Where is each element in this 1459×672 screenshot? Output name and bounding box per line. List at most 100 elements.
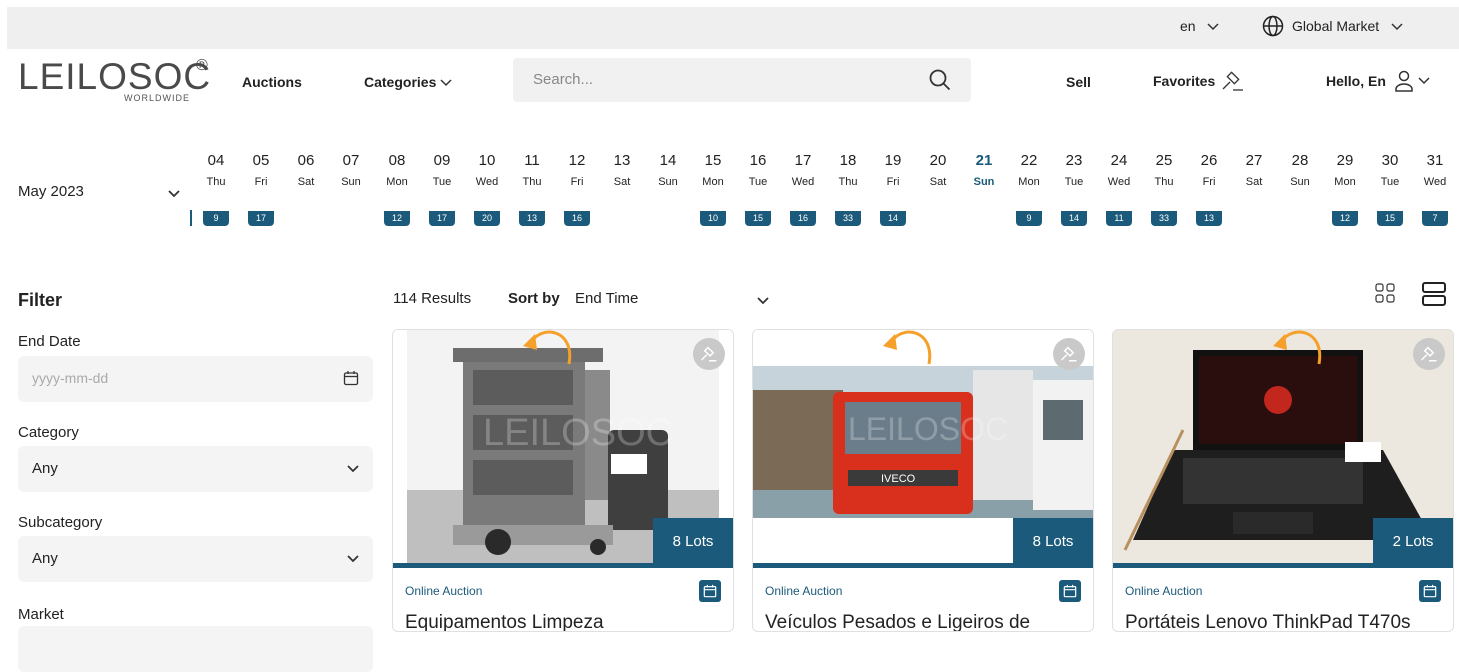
search-bar <box>513 58 971 102</box>
day-16[interactable]: 16 Tue 15 <box>740 152 776 228</box>
day-19[interactable]: 19 Fri 14 <box>875 152 911 228</box>
day-weekday: Mon <box>1018 176 1040 188</box>
day-15[interactable]: 15 Mon 10 <box>695 152 731 228</box>
gavel-icon[interactable] <box>693 338 725 370</box>
day-number: 30 <box>1381 152 1399 169</box>
nav-auctions-link[interactable]: Auctions <box>242 74 302 90</box>
category-select[interactable]: Any <box>18 446 373 492</box>
day-number: 08 <box>388 152 406 169</box>
day-09[interactable]: 09 Tue 17 <box>424 152 460 228</box>
day-weekday: Mon <box>386 176 408 188</box>
day-number: 16 <box>749 152 767 169</box>
auction-card[interactable]: 2 Lots Online Auction Portáteis Lenovo T… <box>1112 329 1454 632</box>
nav-categories-menu[interactable]: Categories <box>364 74 452 90</box>
logo-registered: ® <box>196 57 208 74</box>
day-17[interactable]: 17 Wed 16 <box>785 152 821 228</box>
day-27[interactable]: 27 Sat <box>1236 152 1272 228</box>
user-menu[interactable]: Hello, En <box>1326 70 1430 92</box>
day-weekday: Wed <box>1107 176 1131 188</box>
day-24[interactable]: 24 Wed 11 <box>1101 152 1137 228</box>
day-number: 28 <box>1291 152 1309 169</box>
day-20[interactable]: 20 Sat <box>920 152 956 228</box>
globe-icon <box>1262 15 1284 37</box>
calendar-add-icon[interactable] <box>1419 580 1441 602</box>
language-selector[interactable]: en <box>1180 18 1219 34</box>
day-08[interactable]: 08 Mon 12 <box>379 152 415 228</box>
calendar-icon[interactable] <box>343 370 359 391</box>
day-number: 27 <box>1245 152 1263 169</box>
svg-text:LEILOSOC: LEILOSOC <box>848 411 1008 447</box>
day-07[interactable]: 07 Sun <box>333 152 369 228</box>
auction-title[interactable]: Veículos Pesados e Ligeiros de <box>765 612 1030 631</box>
calendar-add-icon[interactable] <box>1059 580 1081 602</box>
day-22[interactable]: 22 Mon 9 <box>1011 152 1047 228</box>
day-number: 23 <box>1065 152 1083 169</box>
day-30[interactable]: 30 Tue 15 <box>1372 152 1408 228</box>
day-25[interactable]: 25 Thu 33 <box>1146 152 1182 228</box>
day-weekday: Tue <box>1380 176 1400 188</box>
logo[interactable]: LEILOSOC ® WORLDWIDE <box>18 56 212 103</box>
calendar-add-icon[interactable] <box>699 580 721 602</box>
month-selector[interactable]: May 2023 <box>18 183 84 200</box>
logo-brand: LEILOSOC <box>18 56 212 97</box>
day-count-badge: 12 <box>1332 211 1358 226</box>
day-count-badge: 10 <box>700 211 726 226</box>
subcategory-select[interactable]: Any <box>18 536 373 582</box>
day-05[interactable]: 05 Fri 17 <box>243 152 279 228</box>
day-weekday: Sat <box>1245 176 1263 188</box>
day-weekday: Wed <box>791 176 815 188</box>
auction-title[interactable]: Portáteis Lenovo ThinkPad T470s <box>1125 612 1411 631</box>
auction-title[interactable]: Equipamentos Limpeza <box>405 612 604 631</box>
search-input[interactable] <box>533 71 913 88</box>
gavel-icon[interactable] <box>1413 338 1445 370</box>
search-icon[interactable] <box>929 69 951 96</box>
category-value: Any <box>32 460 58 477</box>
day-number: 19 <box>884 152 902 169</box>
day-31[interactable]: 31 Wed 7 <box>1417 152 1453 228</box>
day-10[interactable]: 10 Wed 20 <box>469 152 505 228</box>
day-count-badge: 12 <box>384 211 410 226</box>
rotate-arrow-icon <box>523 330 572 365</box>
end-date-field[interactable]: yyyy-mm-dd <box>18 356 373 402</box>
day-weekday: Sun <box>658 176 678 188</box>
gavel-icon[interactable] <box>1053 338 1085 370</box>
day-count-badge: 17 <box>248 211 274 226</box>
day-23[interactable]: 23 Tue 14 <box>1056 152 1092 228</box>
day-weekday: Sun <box>1290 176 1310 188</box>
day-weekday: Sat <box>929 176 947 188</box>
nav-favorites-link[interactable]: Favorites <box>1153 70 1245 92</box>
auction-card[interactable]: IVECO LEILOSOC 8 Lots Online Auction Veí… <box>752 329 1094 632</box>
auction-card[interactable]: LEILOSOC 8 Lots Online Auction Equipamen… <box>392 329 734 632</box>
day-12[interactable]: 12 Fri 16 <box>559 152 595 228</box>
user-greeting: Hello, En <box>1326 73 1386 89</box>
user-icon <box>1395 70 1413 92</box>
market-selector[interactable]: Global Market <box>1262 15 1411 37</box>
day-29[interactable]: 29 Mon 12 <box>1327 152 1363 228</box>
day-28[interactable]: 28 Sun <box>1282 152 1318 228</box>
chevron-down-icon[interactable] <box>757 292 769 310</box>
day-weekday: Sun <box>973 176 995 188</box>
top-strip <box>7 7 1459 49</box>
chevron-down-icon[interactable] <box>168 185 180 203</box>
day-weekday: Tue <box>1064 176 1084 188</box>
chevron-down-icon <box>1207 18 1219 34</box>
sort-select[interactable]: End Time <box>575 290 638 307</box>
day-weekday: Thu <box>522 176 542 188</box>
nav-sell-link[interactable]: Sell <box>1066 74 1091 90</box>
day-18[interactable]: 18 Thu 33 <box>830 152 866 228</box>
day-14[interactable]: 14 Sun <box>650 152 686 228</box>
day-13[interactable]: 13 Sat <box>604 152 640 228</box>
day-number: 22 <box>1020 152 1038 169</box>
grid-view-icon[interactable] <box>1375 283 1395 308</box>
day-count-badge: 14 <box>1061 211 1087 226</box>
list-view-icon[interactable] <box>1421 281 1447 312</box>
market-filter-select[interactable] <box>18 626 373 672</box>
nav-favorites-label: Favorites <box>1153 73 1216 89</box>
day-26[interactable]: 26 Fri 13 <box>1191 152 1227 228</box>
day-06[interactable]: 06 Sat <box>288 152 324 228</box>
day-count-badge: 16 <box>564 211 590 226</box>
day-04[interactable]: 04 Thu 9 <box>198 152 234 228</box>
day-21[interactable]: 21 Sun <box>966 152 1002 228</box>
day-11[interactable]: 11 Thu 13 <box>514 152 550 228</box>
day-count-badge: 15 <box>1377 211 1403 226</box>
